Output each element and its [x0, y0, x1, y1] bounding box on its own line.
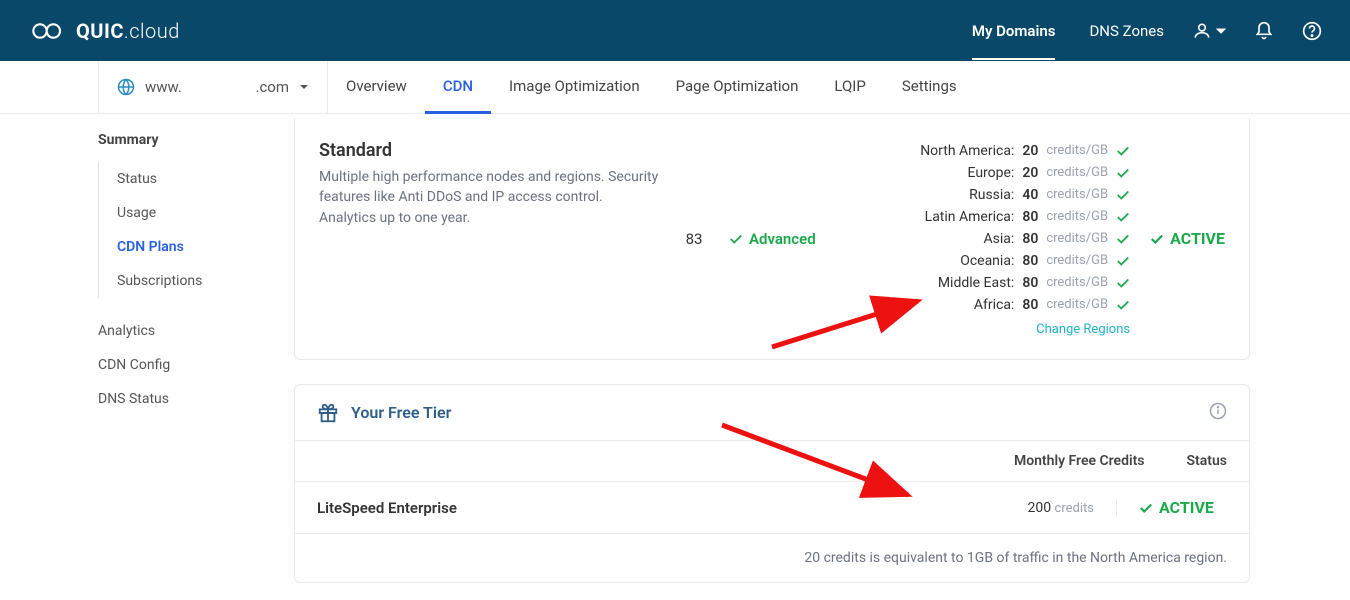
region-label: Russia:: [969, 184, 1014, 206]
region-value: 80: [1022, 206, 1038, 228]
tab-bar: Overview CDN Image Optimization Page Opt…: [328, 61, 975, 113]
region-value: 40: [1022, 184, 1038, 206]
nav-dns-zones[interactable]: DNS Zones: [1089, 2, 1164, 60]
chevron-down-icon: [299, 82, 309, 92]
sidebar: Summary Status Usage CDN Plans Subscript…: [0, 114, 260, 583]
region-label: Latin America:: [925, 206, 1015, 228]
regions-list: North America: 20 credits/GB Europe: 20 credi…: [920, 140, 1130, 337]
domain-suffix: .com: [255, 78, 289, 96]
free-tier-status: ACTIVE: [1117, 498, 1227, 517]
free-tier-name: LiteSpeed Enterprise: [317, 499, 457, 517]
region-value: 80: [1022, 294, 1038, 316]
gift-icon: [317, 402, 339, 424]
logo-icon: [28, 20, 68, 42]
region-label: Middle East:: [938, 272, 1015, 294]
th-status: Status: [1187, 453, 1227, 469]
plan-status: ACTIVE: [1150, 229, 1225, 248]
region-row: Europe: 20 credits/GB: [920, 162, 1130, 184]
free-tier-value: 200: [1027, 500, 1051, 516]
tab-page-opt[interactable]: Page Optimization: [658, 61, 817, 114]
free-tier-card: Your Free Tier Monthly Free Credits Stat…: [294, 384, 1250, 583]
plan-description: Multiple high performance nodes and regi…: [319, 167, 659, 228]
region-unit: credits/GB: [1046, 250, 1108, 272]
tab-lqip[interactable]: LQIP: [816, 61, 883, 114]
free-tier-title: Your Free Tier: [351, 403, 451, 422]
tab-cdn[interactable]: CDN: [425, 61, 491, 114]
check-icon: [1116, 254, 1130, 268]
plan-name: Standard: [319, 140, 659, 161]
check-icon: [1150, 232, 1164, 246]
plan-count: 83: [659, 230, 729, 248]
tab-settings[interactable]: Settings: [884, 61, 975, 114]
globe-icon: [117, 78, 135, 96]
region-unit: credits/GB: [1046, 272, 1108, 294]
th-monthly-credits: Monthly Free Credits: [1014, 453, 1145, 469]
logo-text-bold: QUIC: [76, 19, 124, 43]
check-icon: [1116, 210, 1130, 224]
region-value: 80: [1022, 272, 1038, 294]
region-label: Europe:: [968, 162, 1015, 184]
plan-tier: Advanced: [729, 230, 816, 248]
check-icon: [1116, 166, 1130, 180]
sidebar-summary-heading: Summary: [98, 132, 260, 148]
tab-overview[interactable]: Overview: [328, 61, 425, 114]
plan-panel: Standard Multiple high performance nodes…: [294, 118, 1250, 360]
region-row: Africa: 80 credits/GB: [920, 294, 1130, 316]
region-value: 20: [1022, 140, 1038, 162]
sidebar-item-status[interactable]: Status: [99, 162, 260, 196]
region-value: 20: [1022, 162, 1038, 184]
check-icon: [729, 232, 743, 246]
user-menu-icon[interactable]: [1192, 21, 1226, 41]
region-unit: credits/GB: [1046, 162, 1108, 184]
sidebar-item-subscriptions[interactable]: Subscriptions: [99, 264, 260, 298]
notifications-icon[interactable]: [1254, 21, 1274, 41]
region-unit: credits/GB: [1046, 184, 1108, 206]
check-icon: [1116, 188, 1130, 202]
logo[interactable]: QUIC.cloud: [28, 19, 180, 43]
region-row: North America: 20 credits/GB: [920, 140, 1130, 162]
check-icon: [1139, 501, 1153, 515]
free-tier-row: LiteSpeed Enterprise 200 credits ACTIVE: [295, 482, 1249, 534]
region-unit: credits/GB: [1046, 294, 1108, 316]
region-unit: credits/GB: [1046, 228, 1108, 250]
region-value: 80: [1022, 250, 1038, 272]
region-unit: credits/GB: [1046, 140, 1108, 162]
sidebar-item-analytics[interactable]: Analytics: [98, 314, 260, 348]
free-tier-unit: credits: [1055, 501, 1094, 516]
help-icon[interactable]: [1302, 21, 1322, 41]
region-row: Latin America: 80 credits/GB: [920, 206, 1130, 228]
sidebar-item-cdn-plans[interactable]: CDN Plans: [99, 230, 260, 264]
sidebar-item-usage[interactable]: Usage: [99, 196, 260, 230]
top-bar: QUIC.cloud My Domains DNS Zones: [0, 0, 1350, 61]
domain-selector[interactable]: www. .com: [98, 61, 328, 113]
region-label: Oceania:: [960, 250, 1014, 272]
check-icon: [1116, 144, 1130, 158]
tab-image-opt[interactable]: Image Optimization: [491, 61, 658, 114]
region-label: North America:: [920, 140, 1014, 162]
region-value: 80: [1022, 228, 1038, 250]
region-unit: credits/GB: [1046, 206, 1108, 228]
sidebar-item-dns-status[interactable]: DNS Status: [98, 382, 260, 416]
logo-text-light: .cloud: [124, 19, 180, 43]
nav-my-domains[interactable]: My Domains: [972, 2, 1056, 60]
region-row: Oceania: 80 credits/GB: [920, 250, 1130, 272]
check-icon: [1116, 298, 1130, 312]
region-label: Asia:: [984, 228, 1015, 250]
domain-prefix: www.: [145, 78, 182, 96]
sidebar-item-cdn-config[interactable]: CDN Config: [98, 348, 260, 382]
check-icon: [1116, 232, 1130, 246]
free-tier-footnote: 20 credits is equivalent to 1GB of traff…: [295, 534, 1249, 582]
info-icon[interactable]: [1209, 402, 1227, 424]
change-regions-link[interactable]: Change Regions: [920, 322, 1130, 337]
region-row: Asia: 80 credits/GB: [920, 228, 1130, 250]
check-icon: [1116, 276, 1130, 290]
sub-header: www. .com Overview CDN Image Optimizatio…: [0, 61, 1350, 114]
region-row: Russia: 40 credits/GB: [920, 184, 1130, 206]
region-row: Middle East: 80 credits/GB: [920, 272, 1130, 294]
region-label: Africa:: [974, 294, 1014, 316]
